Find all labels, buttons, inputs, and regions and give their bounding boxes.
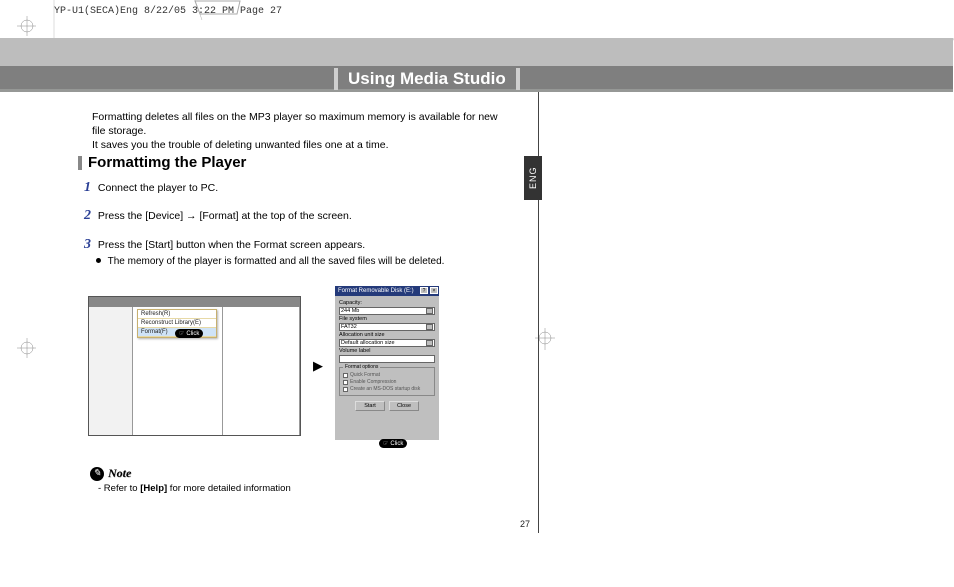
- close-button[interactable]: Close: [389, 401, 419, 411]
- cursor-icon: ☞: [383, 440, 388, 447]
- capacity-field: Capacity: 244 Mb: [339, 300, 435, 315]
- note-block: ✎ Note - Refer to [Help] for more detail…: [90, 466, 490, 494]
- step-2-text: Press the [Device] → [Format] at the top…: [98, 210, 352, 222]
- volume-label-field: Volume label: [339, 348, 435, 363]
- page-number: 27: [520, 519, 530, 529]
- top-gray-band: [0, 38, 953, 66]
- allocation-field: Allocation unit size Default allocation …: [339, 332, 435, 347]
- capacity-select[interactable]: 244 Mb: [339, 307, 435, 315]
- note-heading-text: Note: [108, 466, 131, 481]
- quick-format-checkbox[interactable]: Quick Format: [343, 372, 431, 378]
- step-3-text: Press the [Start] button when the Format…: [98, 239, 365, 251]
- step-1: 1 Connect the player to PC.: [84, 178, 514, 198]
- enable-compression-checkbox[interactable]: Enable Compression: [343, 379, 431, 385]
- volume-input[interactable]: [339, 355, 435, 363]
- capacity-label: Capacity:: [339, 300, 435, 306]
- note-bold: [Help]: [140, 483, 167, 494]
- figure1-filelist: [223, 307, 299, 311]
- filesystem-label: File system: [339, 316, 435, 322]
- dialog-titlebar: Format Removable Disk (E:) × ?: [335, 286, 439, 296]
- dialog-close-button[interactable]: ×: [430, 287, 438, 294]
- intro-line-1: Formatting deletes all files on the MP3 …: [92, 111, 498, 137]
- click-callout-2: ☞ Click: [379, 439, 407, 448]
- allocation-select[interactable]: Default allocation size: [339, 339, 435, 347]
- start-button[interactable]: Start: [355, 401, 385, 411]
- step-1-text: Connect the player to PC.: [98, 182, 218, 194]
- language-tab: ENG: [524, 156, 542, 200]
- filesystem-select[interactable]: FAT32: [339, 323, 435, 331]
- figure1-right-panel: [223, 307, 300, 435]
- note-heading: ✎ Note: [90, 466, 490, 481]
- section-heading-text: Formattimg the Player: [88, 154, 246, 171]
- step-1-number: 1: [84, 180, 91, 195]
- proof-header: YP-U1(SECA)Eng 8/22/05 3:22 PM Page 27: [54, 6, 282, 17]
- step-2-number: 2: [84, 208, 91, 223]
- dialog-title-text: Format Removable Disk (E:): [338, 288, 414, 294]
- note-icon: ✎: [90, 467, 104, 481]
- filesystem-field: File system FAT32: [339, 316, 435, 331]
- menu-item-reconstruct[interactable]: Reconstruct Library(E): [138, 319, 216, 328]
- figure1-toolbar: [89, 297, 300, 307]
- arrow-icon: ▶: [313, 358, 323, 374]
- page-frame: Using Media Studio Formatting deletes al…: [54, 38, 539, 533]
- figure-format-dialog: Format Removable Disk (E:) × ? Capacity:…: [335, 286, 439, 440]
- chevron-down-icon: [426, 340, 433, 346]
- menu-item-refresh[interactable]: Refresh(R): [138, 310, 216, 319]
- dialog-body: Capacity: 244 Mb File system FAT32 Alloc…: [335, 296, 439, 417]
- dialog-help-button[interactable]: ?: [420, 287, 428, 294]
- format-options-group: Format options Quick Format Enable Compr…: [339, 367, 435, 396]
- note-suffix: for more detailed information: [167, 483, 291, 494]
- figure1-tree: [89, 307, 132, 311]
- chapter-title: Using Media Studio: [334, 68, 520, 90]
- dialog-button-row: Start Close: [339, 401, 435, 411]
- heading-marker-icon: [78, 156, 82, 170]
- figures-row: Refresh(R) Reconstruct Library(E) Format…: [88, 286, 528, 446]
- step-3-number: 3: [84, 237, 91, 252]
- intro-line-2: It saves you the trouble of deleting unw…: [92, 139, 389, 151]
- figure1-center-panel: Refresh(R) Reconstruct Library(E) Format…: [133, 307, 223, 435]
- figure-media-studio: Refresh(R) Reconstruct Library(E) Format…: [88, 296, 301, 436]
- section-heading: Formattimg the Player: [78, 154, 246, 171]
- step-3-bullet: The memory of the player is formatted an…: [96, 255, 514, 270]
- step-3-bullet-text: The memory of the player is formatted an…: [108, 256, 445, 267]
- note-prefix: - Refer to: [98, 483, 140, 494]
- bullet-icon: [96, 258, 101, 263]
- chevron-down-icon: [426, 324, 433, 330]
- click-label-2: Click: [390, 441, 403, 447]
- note-body: - Refer to [Help] for more detailed info…: [98, 483, 490, 494]
- cursor-icon: ☞: [179, 330, 184, 337]
- click-label-1: Click: [186, 331, 199, 337]
- msdos-disk-checkbox[interactable]: Create an MS-DOS startup disk: [343, 386, 431, 392]
- step-2: 2 Press the [Device] → [Format] at the t…: [84, 206, 514, 226]
- figure1-left-panel: [89, 307, 133, 435]
- steps-list: 1 Connect the player to PC. 2 Press the …: [84, 178, 514, 277]
- allocation-label: Allocation unit size: [339, 332, 435, 338]
- chevron-down-icon: [426, 308, 433, 314]
- chapter-title-text: Using Media Studio: [348, 69, 506, 89]
- format-options-legend: Format options: [343, 364, 380, 370]
- step-3: 3 Press the [Start] button when the Form…: [84, 235, 514, 270]
- intro-paragraph: Formatting deletes all files on the MP3 …: [92, 110, 512, 153]
- volume-label: Volume label: [339, 348, 435, 354]
- click-callout-1: ☞ Click: [175, 329, 203, 338]
